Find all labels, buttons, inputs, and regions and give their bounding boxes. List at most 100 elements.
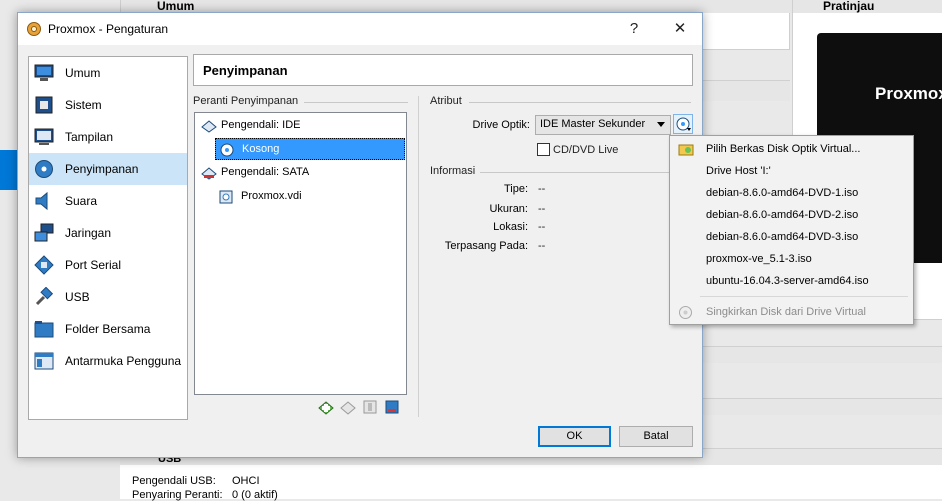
preview-section-title: Pratinjau (823, 0, 875, 13)
menu-item-choose-virtual-optical-disk[interactable]: Pilih Berkas Disk Optik Virtual... (670, 138, 913, 160)
help-button[interactable]: ? (612, 17, 656, 41)
information-label: Informasi (430, 165, 476, 177)
info-type-label: Tipe: (503, 183, 528, 195)
sidebar-item-general[interactable]: Umum (29, 57, 187, 89)
info-attached-to-value: -- (538, 240, 546, 252)
menu-item-iso[interactable]: proxmox-ve_5.1-3.iso (670, 248, 913, 270)
storage-devices-label: Peranti Penyimpanan (193, 95, 299, 107)
display-icon (34, 128, 54, 145)
info-size-value: -- (538, 203, 546, 215)
menu-item-label: ubuntu-16.04.3-server-amd64.iso (706, 275, 869, 287)
monitor-icon (34, 64, 54, 81)
page-title: Penyimpanan (203, 63, 288, 78)
sidebar-item-label: Penyimpanan (65, 162, 139, 176)
sidebar-item-label: Tampilan (65, 130, 114, 144)
add-controller-icon[interactable] (318, 399, 334, 415)
usb-icon (35, 287, 54, 306)
chevron-down-icon (657, 122, 665, 127)
folder-icon (34, 321, 54, 338)
tree-item-empty-optical[interactable]: Kosong (215, 138, 405, 160)
sidebar-item-label: Folder Bersama (65, 322, 151, 336)
page-title-box: Penyimpanan (193, 54, 693, 86)
device-filters-label: Penyaring Peranti: (132, 489, 223, 501)
sidebar-item-label: Suara (65, 194, 98, 208)
optical-disc-icon (220, 143, 234, 157)
attributes-label: Atribut (430, 95, 462, 107)
sidebar-item-network[interactable]: Jaringan (29, 217, 187, 249)
app-gear-icon (27, 22, 41, 36)
eject-disc-icon (679, 306, 692, 319)
menu-item-iso[interactable]: ubuntu-16.04.3-server-amd64.iso (670, 270, 913, 292)
tree-item-sata-controller[interactable]: Pengendali: SATA (197, 162, 402, 184)
menu-item-label: Singkirkan Disk dari Drive Virtual (706, 306, 866, 318)
menu-item-host-drive[interactable]: Drive Host 'I:' (670, 160, 913, 182)
optical-drive-label: Drive Optik: (472, 119, 530, 131)
menu-item-remove-disk[interactable]: Singkirkan Disk dari Drive Virtual (670, 301, 913, 323)
add-attachment-icon[interactable] (362, 399, 378, 415)
info-size-label: Ukuran: (489, 203, 528, 215)
optical-drive-value: IDE Master Sekunder (540, 118, 646, 130)
sidebar-item-serial-port[interactable]: Port Serial (29, 249, 187, 281)
network-icon (34, 223, 54, 242)
menu-item-iso[interactable]: debian-8.6.0-amd64-DVD-1.iso (670, 182, 913, 204)
tree-item-label: Pengendali: SATA (221, 166, 310, 178)
sidebar-item-audio[interactable]: Suara (29, 185, 187, 217)
sidebar-item-usb[interactable]: USB (29, 281, 187, 313)
sidebar-item-storage[interactable]: Penyimpanan (29, 153, 187, 185)
menu-item-label: debian-8.6.0-amd64-DVD-3.iso (706, 231, 859, 243)
chip-icon (35, 96, 53, 114)
panel-separator (418, 96, 419, 417)
tree-item-label: Kosong (242, 143, 280, 155)
settings-sidebar: Umum Sistem Tampilan Penyimpanan Suara J… (28, 56, 188, 420)
speaker-icon (35, 191, 48, 211)
live-cd-label: CD/DVD Live (553, 144, 619, 156)
remove-controller-icon[interactable] (340, 399, 356, 415)
menu-item-iso[interactable]: debian-8.6.0-amd64-DVD-2.iso (670, 204, 913, 226)
preview-strip-2 (700, 398, 942, 415)
live-cd-checkbox[interactable] (537, 143, 550, 156)
sidebar-item-shared-folders[interactable]: Folder Bersama (29, 313, 187, 345)
info-location-label: Lokasi: (493, 221, 528, 233)
sidebar-item-display[interactable]: Tampilan (29, 121, 187, 153)
info-location-value: -- (538, 221, 546, 233)
storage-tree[interactable]: Pengendali: IDE Kosong Pengendali: SATA … (194, 112, 407, 395)
menu-item-label: debian-8.6.0-amd64-DVD-2.iso (706, 209, 859, 221)
sidebar-item-label: Port Serial (65, 258, 122, 272)
optical-drive-select[interactable]: IDE Master Sekunder (535, 115, 671, 135)
cancel-button[interactable]: Batal (619, 426, 693, 447)
optical-disk-menu: Pilih Berkas Disk Optik Virtual... Drive… (669, 135, 914, 325)
hard-disk-icon (219, 190, 233, 204)
optical-disc-menu-icon (676, 117, 691, 131)
sidebar-item-label: Sistem (65, 98, 102, 112)
information-divider (480, 172, 691, 173)
menu-item-label: Pilih Berkas Disk Optik Virtual... (706, 143, 861, 155)
serial-port-icon (34, 255, 54, 275)
attributes-divider (469, 102, 691, 103)
folder-open-icon (678, 144, 694, 156)
choose-disk-button[interactable] (673, 114, 693, 134)
sidebar-item-system[interactable]: Sistem (29, 89, 187, 121)
tree-item-label: Proxmox.vdi (241, 190, 302, 202)
menu-item-iso[interactable]: debian-8.6.0-amd64-DVD-3.iso (670, 226, 913, 248)
dialog-titlebar[interactable]: Proxmox - Pengaturan ? ✕ (18, 13, 702, 45)
menu-item-label: Drive Host 'I:' (706, 165, 771, 177)
remove-attachment-icon[interactable] (384, 399, 400, 415)
settings-dialog: Proxmox - Pengaturan ? ✕ Umum Sistem Tam… (17, 12, 703, 458)
sidebar-item-user-interface[interactable]: Antarmuka Pengguna (29, 345, 187, 377)
ok-button[interactable]: OK (538, 426, 611, 447)
window-icon (34, 352, 54, 370)
close-button[interactable]: ✕ (658, 17, 702, 41)
dialog-title: Proxmox - Pengaturan (48, 22, 169, 36)
usb-controller-value: OHCI (232, 475, 260, 487)
tree-item-label: Pengendali: IDE (221, 119, 301, 131)
sidebar-item-label: Jaringan (65, 226, 112, 240)
usb-controller-label: Pengendali USB: (132, 475, 216, 487)
tree-item-proxmox-vdi[interactable]: Proxmox.vdi (215, 186, 405, 208)
info-attached-to-label: Terpasang Pada: (444, 240, 528, 252)
ide-controller-icon (201, 120, 217, 133)
tree-item-ide-controller[interactable]: Pengendali: IDE (197, 115, 402, 137)
preview-strip-1 (700, 346, 942, 363)
sidebar-item-label: Antarmuka Pengguna (65, 354, 182, 368)
sidebar-item-label: USB (65, 290, 90, 304)
menu-item-label: debian-8.6.0-amd64-DVD-1.iso (706, 187, 859, 199)
